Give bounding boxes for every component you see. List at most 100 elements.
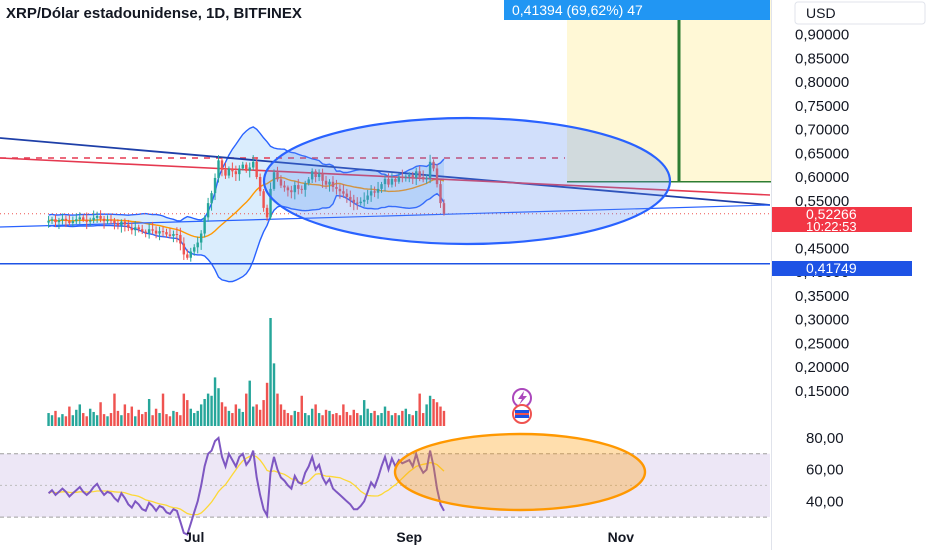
- volume-bar: [71, 415, 75, 426]
- volume-bar: [380, 413, 383, 426]
- volume-bar: [182, 393, 186, 426]
- candle-body: [258, 177, 262, 192]
- volume-bar: [151, 415, 154, 426]
- volume-bar: [404, 408, 408, 426]
- candle-body: [238, 168, 241, 175]
- candle-body: [88, 220, 92, 222]
- rsi-tick-label: 80,00: [806, 430, 844, 447]
- candle-body: [161, 231, 165, 233]
- volume-bar: [137, 409, 140, 426]
- event-icon-flag[interactable]: [512, 404, 532, 424]
- price-tick-label: 0,65000: [795, 145, 849, 162]
- volume-bar: [82, 413, 85, 426]
- volume-bar: [217, 388, 220, 426]
- volume-bar: [269, 318, 272, 426]
- volume-bar: [373, 410, 376, 426]
- volume-bar: [78, 404, 81, 426]
- volume-bar: [130, 406, 134, 426]
- countdown-badge: 10:22:53: [806, 219, 857, 234]
- rsi-tick-label: 60,00: [806, 462, 844, 479]
- volume-bar: [307, 415, 310, 426]
- candle-body: [82, 217, 85, 220]
- support-price-badge: 0,41749: [806, 260, 857, 276]
- volume-bar: [265, 382, 269, 426]
- volume-bar: [127, 413, 130, 426]
- volume-bar: [352, 409, 355, 426]
- candle-body: [54, 219, 57, 223]
- volume-bar: [328, 410, 331, 426]
- volume-bar: [331, 414, 335, 426]
- candle-body: [75, 219, 78, 222]
- candle-body: [113, 220, 116, 224]
- volume-bar: [120, 415, 123, 426]
- volume-bar: [102, 414, 106, 426]
- volume-bar: [186, 400, 189, 426]
- candle-body: [206, 203, 210, 218]
- candle-body: [134, 227, 137, 231]
- candle-body: [57, 220, 61, 223]
- volume-bar: [376, 415, 380, 426]
- volume-bar: [369, 413, 373, 426]
- candle-body: [251, 161, 255, 168]
- volume-bar: [262, 400, 265, 426]
- volume-bar: [248, 380, 251, 426]
- candle-body: [106, 219, 109, 222]
- volume-bar: [57, 417, 61, 426]
- candle-body: [248, 167, 251, 171]
- volume-bar: [175, 411, 179, 426]
- volume-bar: [54, 410, 57, 426]
- volume-bar: [397, 415, 401, 426]
- volume-bar: [279, 404, 283, 426]
- currency-button[interactable]: USD: [806, 5, 836, 21]
- volume-bar: [290, 415, 293, 426]
- candle-body: [120, 221, 123, 226]
- volume-bar: [231, 413, 234, 426]
- candle-body: [241, 164, 245, 169]
- volume-bar: [258, 409, 262, 426]
- price-tick-label: 0,85000: [795, 50, 849, 67]
- candle-body: [220, 160, 224, 170]
- volume-bar: [193, 413, 196, 426]
- candle-body: [234, 171, 238, 175]
- volume-bar: [314, 404, 317, 426]
- candle-body: [109, 219, 113, 221]
- volume-bar: [408, 414, 411, 426]
- candle-body: [99, 215, 102, 219]
- volume-bar: [251, 406, 255, 426]
- volume-bar: [415, 410, 418, 426]
- volume-bar: [321, 415, 324, 426]
- volume-bar: [390, 415, 394, 426]
- volume-bar: [189, 408, 192, 426]
- volume-bar: [88, 408, 92, 426]
- volume-bar: [238, 408, 241, 426]
- volume-bar: [276, 393, 279, 426]
- volume-bar: [147, 399, 151, 426]
- candle-body: [189, 251, 192, 258]
- time-tick-label: Sep: [396, 529, 422, 545]
- rsi-axis-ticks: 80,00 60,00 40,00: [806, 430, 844, 510]
- candle-body: [182, 243, 186, 255]
- volume-bar: [199, 404, 203, 426]
- volume-bar: [345, 411, 349, 426]
- volume-bar: [439, 406, 442, 426]
- candle-body: [217, 160, 220, 178]
- price-tick-label: 0,25000: [795, 335, 849, 352]
- volume-bar: [220, 402, 224, 426]
- volume-bar: [432, 399, 435, 426]
- volume-bar: [317, 413, 321, 426]
- volume-bar: [401, 410, 404, 426]
- candle-body: [68, 220, 71, 224]
- price-tick-label: 0,30000: [795, 312, 849, 329]
- volume-bar: [113, 393, 116, 426]
- volume-bar: [310, 408, 314, 426]
- volume-bar: [224, 406, 227, 426]
- volume-bar: [394, 413, 397, 426]
- volume-bar: [297, 411, 300, 426]
- candle-body: [196, 242, 199, 248]
- volume-bar: [203, 399, 206, 426]
- time-tick-label: Nov: [608, 529, 635, 545]
- volume-bar: [179, 415, 182, 426]
- volume-bar: [196, 410, 199, 426]
- volume-bar: [241, 411, 245, 426]
- volume-bar: [359, 415, 362, 426]
